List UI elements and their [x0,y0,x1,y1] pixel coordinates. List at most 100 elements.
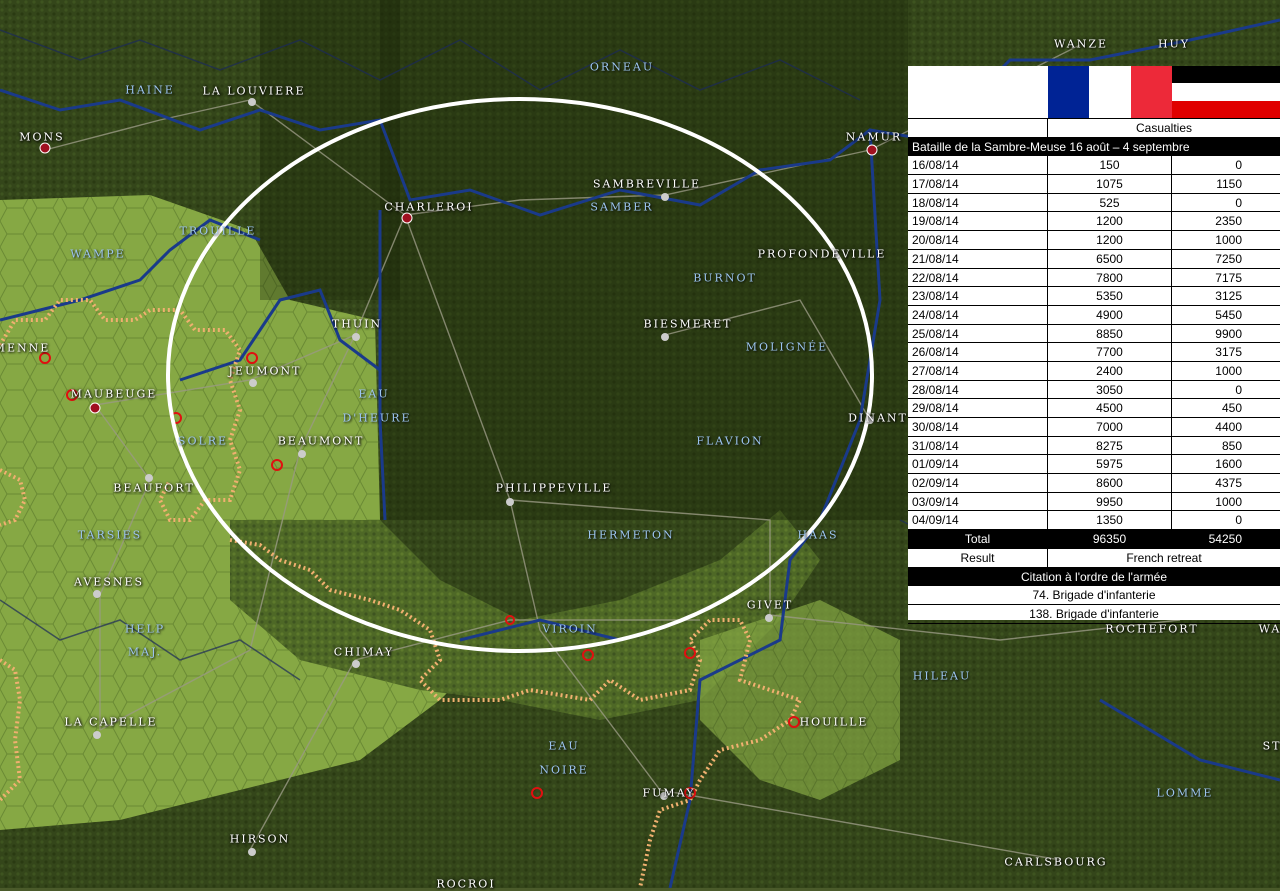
row-date: 22/08/14 [908,268,1048,287]
row-french-casualties: 9950 [1048,492,1172,511]
town-label-mons[interactable]: MONS [19,131,64,144]
geo-label-viroin: VIROIN [542,622,598,636]
row-german-casualties: 0 [1235,382,1242,397]
row-french-casualties: 1200 [1048,231,1172,249]
row-german-casualties: 4400 [1215,420,1242,434]
town-label-wanze[interactable]: WANZE [1054,38,1108,51]
row-date: 20/08/14 [908,231,1048,249]
casualty-row: 18/08/14 525 0 [908,193,1280,213]
town-label-carlsbourg[interactable]: CARLSBOURG [1004,856,1107,869]
row-date: 17/08/14 [908,175,1048,193]
german-empire-flag [1172,66,1280,118]
row-french-casualties: 525 [1048,193,1172,212]
town-label-sambreville[interactable]: SAMBREVILLE [593,178,701,191]
geo-label-wampe: WAMPE [70,247,126,261]
row-german-casualties: 1000 [1215,233,1242,248]
casualty-row: 26/08/14 7700 3175 [908,343,1280,362]
geo-label-burnot: BURNOT [693,271,757,285]
town-label-beaumont[interactable]: BEAUMONT [278,435,365,448]
town-label-namur[interactable]: NAMUR [846,131,902,144]
row-german-casualties: 9900 [1215,326,1242,341]
town-label-jeumont[interactable]: JEUMONT [229,365,302,378]
row-french-casualties: 4500 [1048,399,1172,417]
town-label-houille[interactable]: HOUILLE [800,716,869,729]
row-date: 21/08/14 [908,249,1048,268]
row-french-casualties: 4900 [1048,305,1172,324]
row-german-casualties: 4375 [1215,476,1242,491]
geo-label-haine: HAINE [125,83,175,97]
row-french-casualties: 7000 [1048,418,1172,436]
casualty-row: 17/08/14 1075 1150 [908,175,1280,194]
town-label-beaufort[interactable]: BEAUFORT [113,482,194,495]
row-german-casualties: 0 [1235,158,1242,173]
town-label-philippeville[interactable]: PHILIPPEVILLE [496,482,613,495]
town-label-huy[interactable]: HUY [1158,38,1190,51]
town-label-rocroi[interactable]: ROCROI [436,878,495,891]
row-french-casualties: 8275 [1048,436,1172,455]
row-date: 26/08/14 [908,343,1048,361]
row-date: 28/08/14 [908,380,1048,399]
casualty-row: 21/08/14 6500 7250 [908,249,1280,269]
town-label-rochefort[interactable]: ROCHEFORT [1105,623,1198,636]
geo-label-solre: SOLRE [177,434,229,448]
town-label-avesnes[interactable]: AVESNES [74,576,144,589]
casualty-row: 01/09/14 5975 1600 [908,455,1280,475]
geo-label-tarsies: TARSIES [77,528,143,542]
town-label-menne[interactable]: MENNE [0,342,50,355]
casualty-row: 28/08/14 3050 0 [908,380,1280,400]
geo-label-trouille: TROUILLE [179,224,257,238]
casualty-row: 27/08/14 2400 1000 [908,361,1280,381]
row-date: 04/09/14 [908,511,1048,530]
row-french-casualties: 1200 [1048,212,1172,231]
citation-header: Citation à l'ordre de l'armée [908,567,1280,587]
town-label-dinant[interactable]: DINANT [848,412,908,425]
geo-label-molignee: MOLIGNÉE [745,340,829,354]
town-label-hirson[interactable]: HIRSON [230,833,290,846]
town-label-chimay[interactable]: CHIMAY [334,646,394,659]
town-label-profondeville[interactable]: PROFONDEVILLE [758,248,887,261]
row-date: 02/09/14 [908,474,1048,492]
town-label-fumay[interactable]: FUMAY [643,787,696,800]
town-label-thuin[interactable]: THUIN [332,318,382,331]
geo-label-eau-2: EAU [548,739,580,753]
row-date: 16/08/14 [908,156,1048,175]
town-label-givet[interactable]: GIVET [747,599,793,612]
casualty-row: 31/08/14 8275 850 [908,436,1280,456]
geo-label-help: HELP [124,622,166,636]
casualties-header-row: Casualties [908,119,1280,138]
geo-label-samber: SAMBER [590,200,654,214]
town-label-la-louviere[interactable]: LA LOUVIERE [203,85,306,98]
casualties-panel: Casualties Bataille de la Sambre-Meuse 1… [908,66,1280,624]
row-date: 29/08/14 [908,399,1048,417]
row-french-casualties: 1350 [1048,511,1172,530]
row-french-casualties: 5975 [1048,455,1172,474]
citation-item: 74. Brigade d'infanterie [908,586,1280,605]
town-label-la-capelle[interactable]: LA CAPELLE [64,716,157,729]
row-french-casualties: 3050 [1048,380,1172,399]
town-label-charleroi[interactable]: CHARLEROI [384,201,473,214]
town-label-maubeuge[interactable]: MAUBEUGE [71,388,158,401]
result-row: Result French retreat [908,548,1280,568]
row-german-casualties: 850 [1221,438,1242,453]
total-label: Total [908,530,1048,548]
geo-label-hermeton: HERMETON [587,528,675,542]
geo-label-noire: NOIRE [539,763,589,777]
row-german-casualties: 2350 [1215,214,1242,229]
row-french-casualties: 2400 [1048,361,1172,380]
geo-label-maj: MAJ. [127,645,163,659]
casualties-header: Casualties [1135,121,1193,135]
casualty-row: 20/08/14 1200 1000 [908,231,1280,250]
casualty-row: 29/08/14 4500 450 [908,399,1280,418]
row-date: 30/08/14 [908,418,1048,436]
row-french-casualties: 7700 [1048,343,1172,361]
geo-label-flavion: FLAVION [696,434,764,448]
town-label-st[interactable]: ST [1263,740,1280,753]
row-german-casualties: 0 [1235,195,1242,210]
row-date: 19/08/14 [908,212,1048,231]
town-label-biesmeret[interactable]: BIESMERET [644,318,733,331]
row-german-casualties: 1150 [1216,177,1242,192]
row-german-casualties: 1000 [1215,494,1242,509]
casualty-row: 23/08/14 5350 3125 [908,287,1280,306]
citation-item: 138. Brigade d'infanterie [908,605,1280,624]
town-label-wa[interactable]: WA [1259,623,1280,636]
